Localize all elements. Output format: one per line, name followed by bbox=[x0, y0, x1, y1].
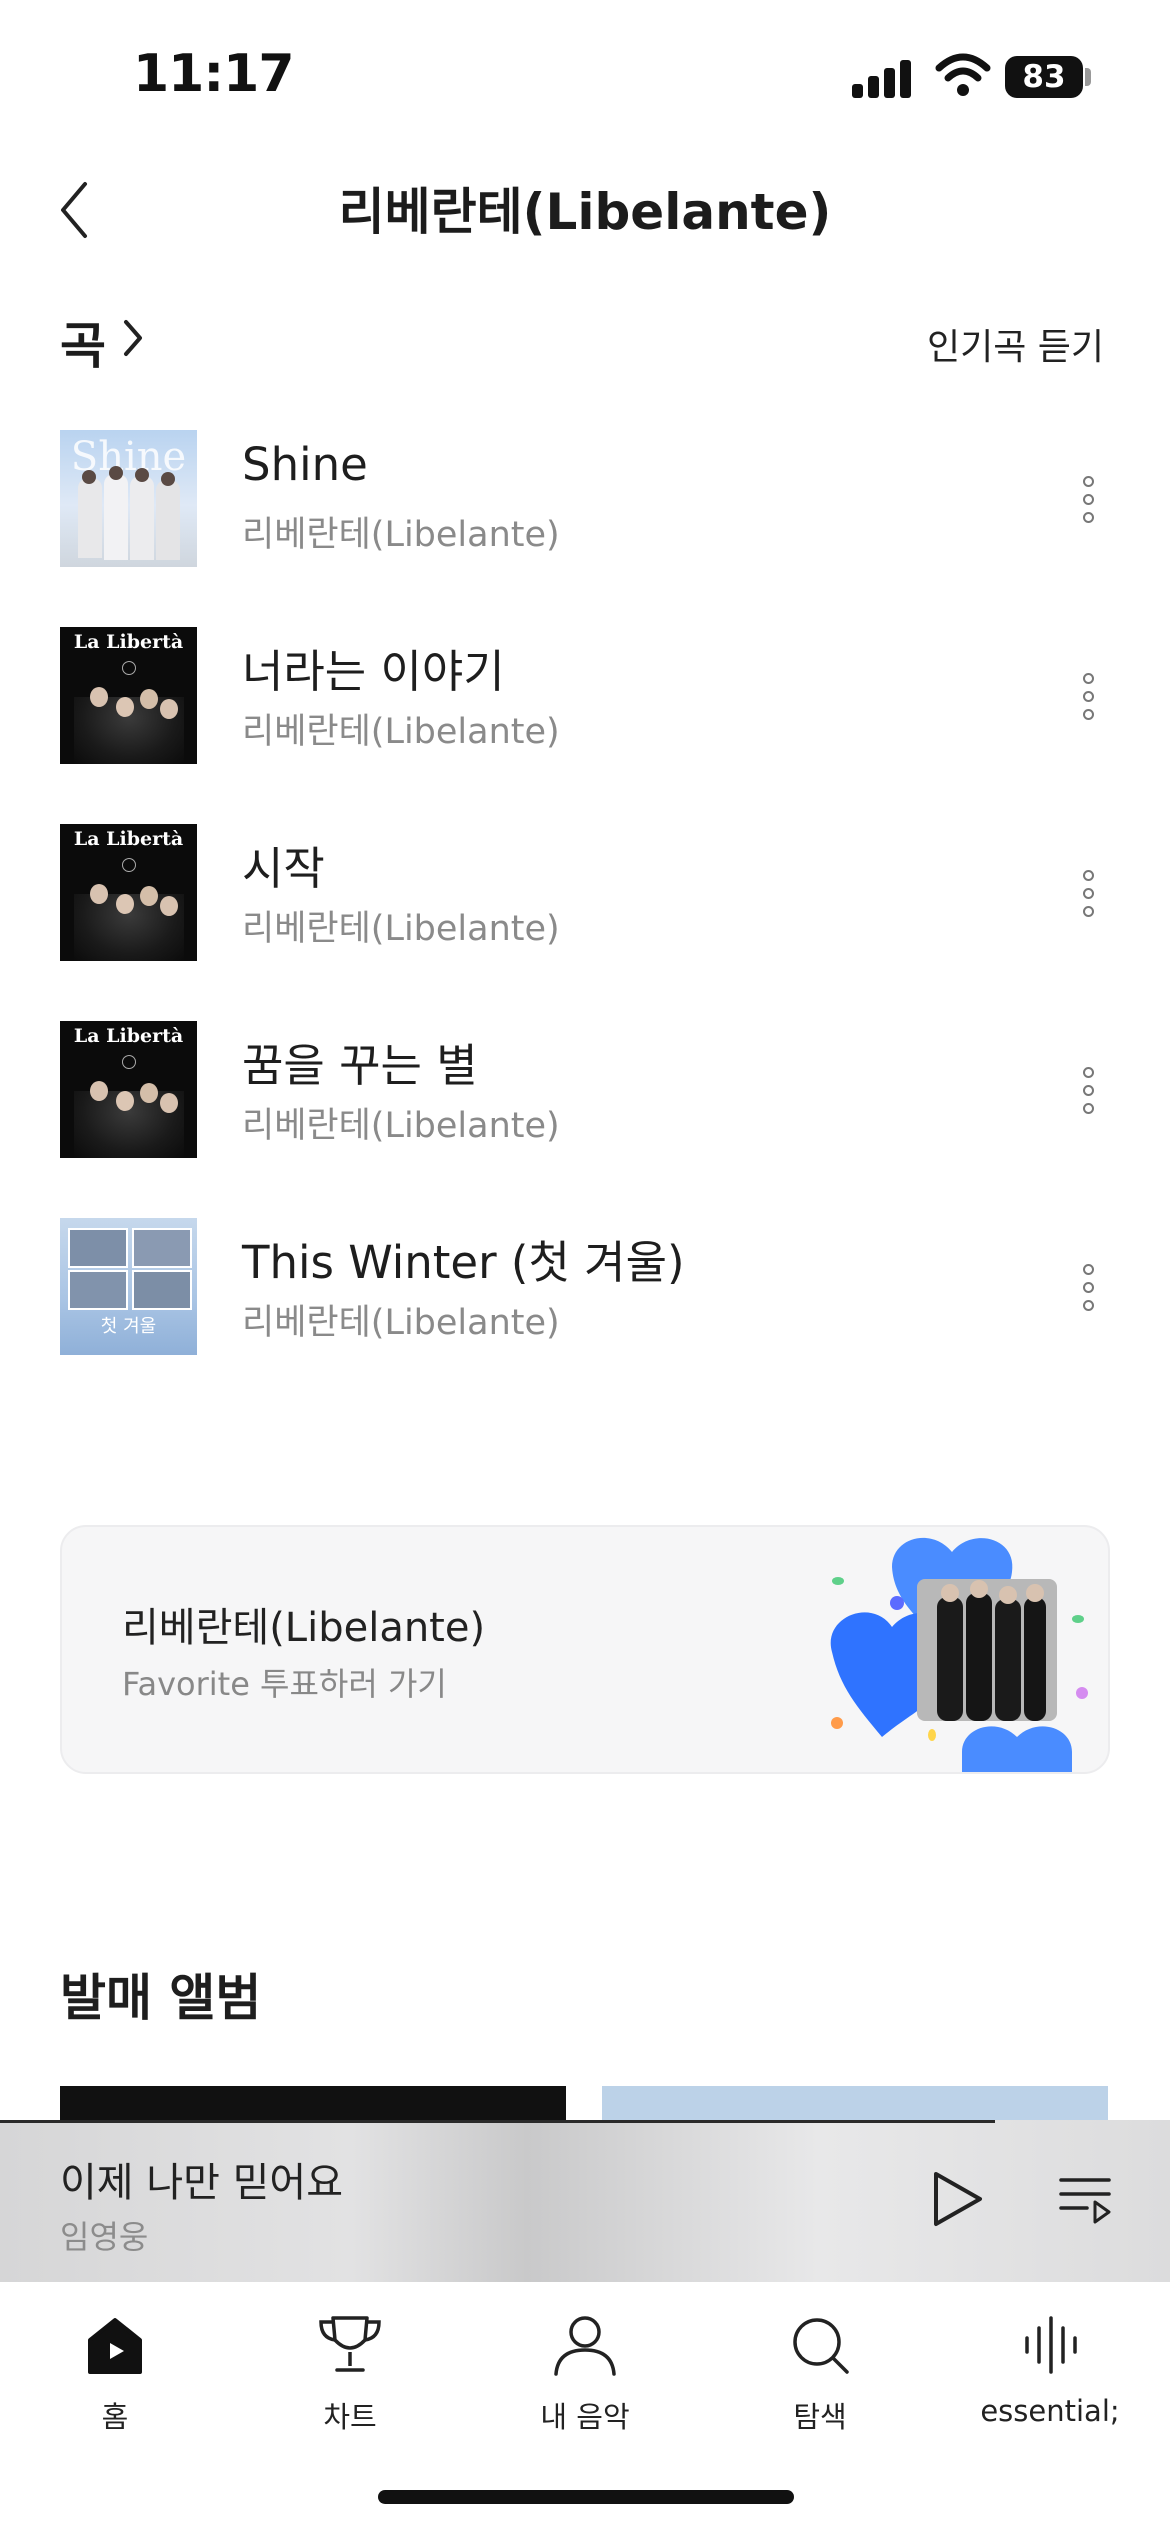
song-artist: 리베란테(Libelante) bbox=[242, 1303, 560, 1343]
song-title: Shine bbox=[242, 438, 368, 491]
mini-player[interactable]: 이제 나만 믿어요 임영웅 bbox=[0, 2120, 1170, 2282]
song-artist: 리베란테(Libelante) bbox=[242, 515, 560, 555]
songs-section-title[interactable]: 곡 bbox=[60, 306, 106, 378]
now-playing-artist: 임영웅 bbox=[60, 2218, 149, 2256]
playback-progress bbox=[0, 2120, 995, 2123]
song-title: 꿈을 꾸는 별 bbox=[242, 1039, 478, 1092]
song-row[interactable]: 첫 겨울 This Winter (첫 겨울) 리베란테(Libelante) bbox=[0, 1218, 1170, 1378]
play-popular-button[interactable]: 인기곡 듣기 bbox=[927, 318, 1104, 370]
cover-text: Shine bbox=[70, 434, 187, 480]
song-row[interactable]: La Libertà 너라는 이야기 리베란테(Libelante) bbox=[0, 627, 1170, 787]
cellular-signal-icon bbox=[852, 58, 912, 98]
song-artist: 리베란테(Libelante) bbox=[242, 909, 560, 949]
song-title: This Winter (첫 겨울) bbox=[242, 1236, 685, 1289]
home-indicator bbox=[378, 2490, 794, 2504]
cover-text: La Libertà bbox=[73, 631, 184, 653]
tab-search[interactable]: 탐색 bbox=[710, 2282, 930, 2442]
more-options-icon[interactable] bbox=[1080, 673, 1094, 721]
heart-illustration bbox=[830, 1537, 1088, 1772]
more-options-icon[interactable] bbox=[1080, 1264, 1094, 1312]
albums-section-title: 발매 앨범 bbox=[60, 1969, 262, 2027]
tab-home[interactable]: 홈 bbox=[5, 2282, 225, 2442]
tab-essential[interactable]: essential; bbox=[940, 2282, 1160, 2442]
trophy-icon bbox=[319, 2316, 381, 2372]
song-row[interactable]: La Libertà 시작 리베란테(Libelante) bbox=[0, 824, 1170, 984]
tab-label: 홈 bbox=[101, 2400, 129, 2434]
status-time: 11:17 bbox=[133, 44, 295, 104]
tab-my-music[interactable]: 내 음악 bbox=[475, 2282, 695, 2442]
wifi-icon bbox=[935, 53, 991, 96]
album-cover: La Libertà bbox=[60, 824, 197, 961]
more-options-icon[interactable] bbox=[1080, 1067, 1094, 1115]
tab-label: 차트 bbox=[323, 2400, 377, 2434]
song-title: 시작 bbox=[242, 842, 325, 895]
tab-label: 탐색 bbox=[793, 2400, 847, 2434]
chevron-right-icon[interactable] bbox=[118, 316, 148, 360]
song-title: 너라는 이야기 bbox=[242, 645, 505, 698]
album-cover: La Libertà bbox=[60, 627, 197, 764]
favorite-artist-name: 리베란테(Libelante) bbox=[122, 1605, 486, 1651]
favorite-vote-link: Favorite 투표하러 가기 bbox=[122, 1665, 447, 1703]
song-row[interactable]: Shine Shine 리베란테(Libelante) bbox=[0, 430, 1170, 590]
waveform-icon bbox=[1025, 2316, 1077, 2374]
tab-label: essential; bbox=[980, 2394, 1120, 2428]
album-cover: 첫 겨울 bbox=[60, 1218, 197, 1355]
favorite-vote-card[interactable]: 리베란테(Libelante) Favorite 투표하러 가기 bbox=[60, 1525, 1110, 1774]
more-options-icon[interactable] bbox=[1080, 476, 1094, 524]
song-artist: 리베란테(Libelante) bbox=[242, 1106, 560, 1146]
song-row[interactable]: La Libertà 꿈을 꾸는 별 리베란테(Libelante) bbox=[0, 1021, 1170, 1181]
playlist-icon[interactable] bbox=[1057, 2172, 1113, 2226]
search-icon bbox=[793, 2318, 849, 2374]
cover-text: La Libertà bbox=[73, 828, 184, 850]
more-options-icon[interactable] bbox=[1080, 870, 1094, 918]
tab-chart[interactable]: 차트 bbox=[240, 2282, 460, 2442]
battery-tip bbox=[1085, 68, 1091, 86]
home-icon bbox=[88, 2318, 142, 2374]
cover-text: 첫 겨울 bbox=[100, 1316, 157, 1337]
album-cover: Shine bbox=[60, 430, 197, 567]
play-icon[interactable] bbox=[928, 2168, 986, 2230]
tab-label: 내 음악 bbox=[540, 2400, 630, 2434]
person-icon bbox=[554, 2316, 616, 2376]
now-playing-title: 이제 나만 믿어요 bbox=[60, 2160, 344, 2206]
song-artist: 리베란테(Libelante) bbox=[242, 712, 560, 752]
album-cover: La Libertà bbox=[60, 1021, 197, 1158]
battery-indicator: 83 bbox=[1005, 56, 1083, 98]
page-title: 리베란테(Libelante) bbox=[338, 183, 832, 241]
cover-text: La Libertà bbox=[73, 1025, 184, 1047]
